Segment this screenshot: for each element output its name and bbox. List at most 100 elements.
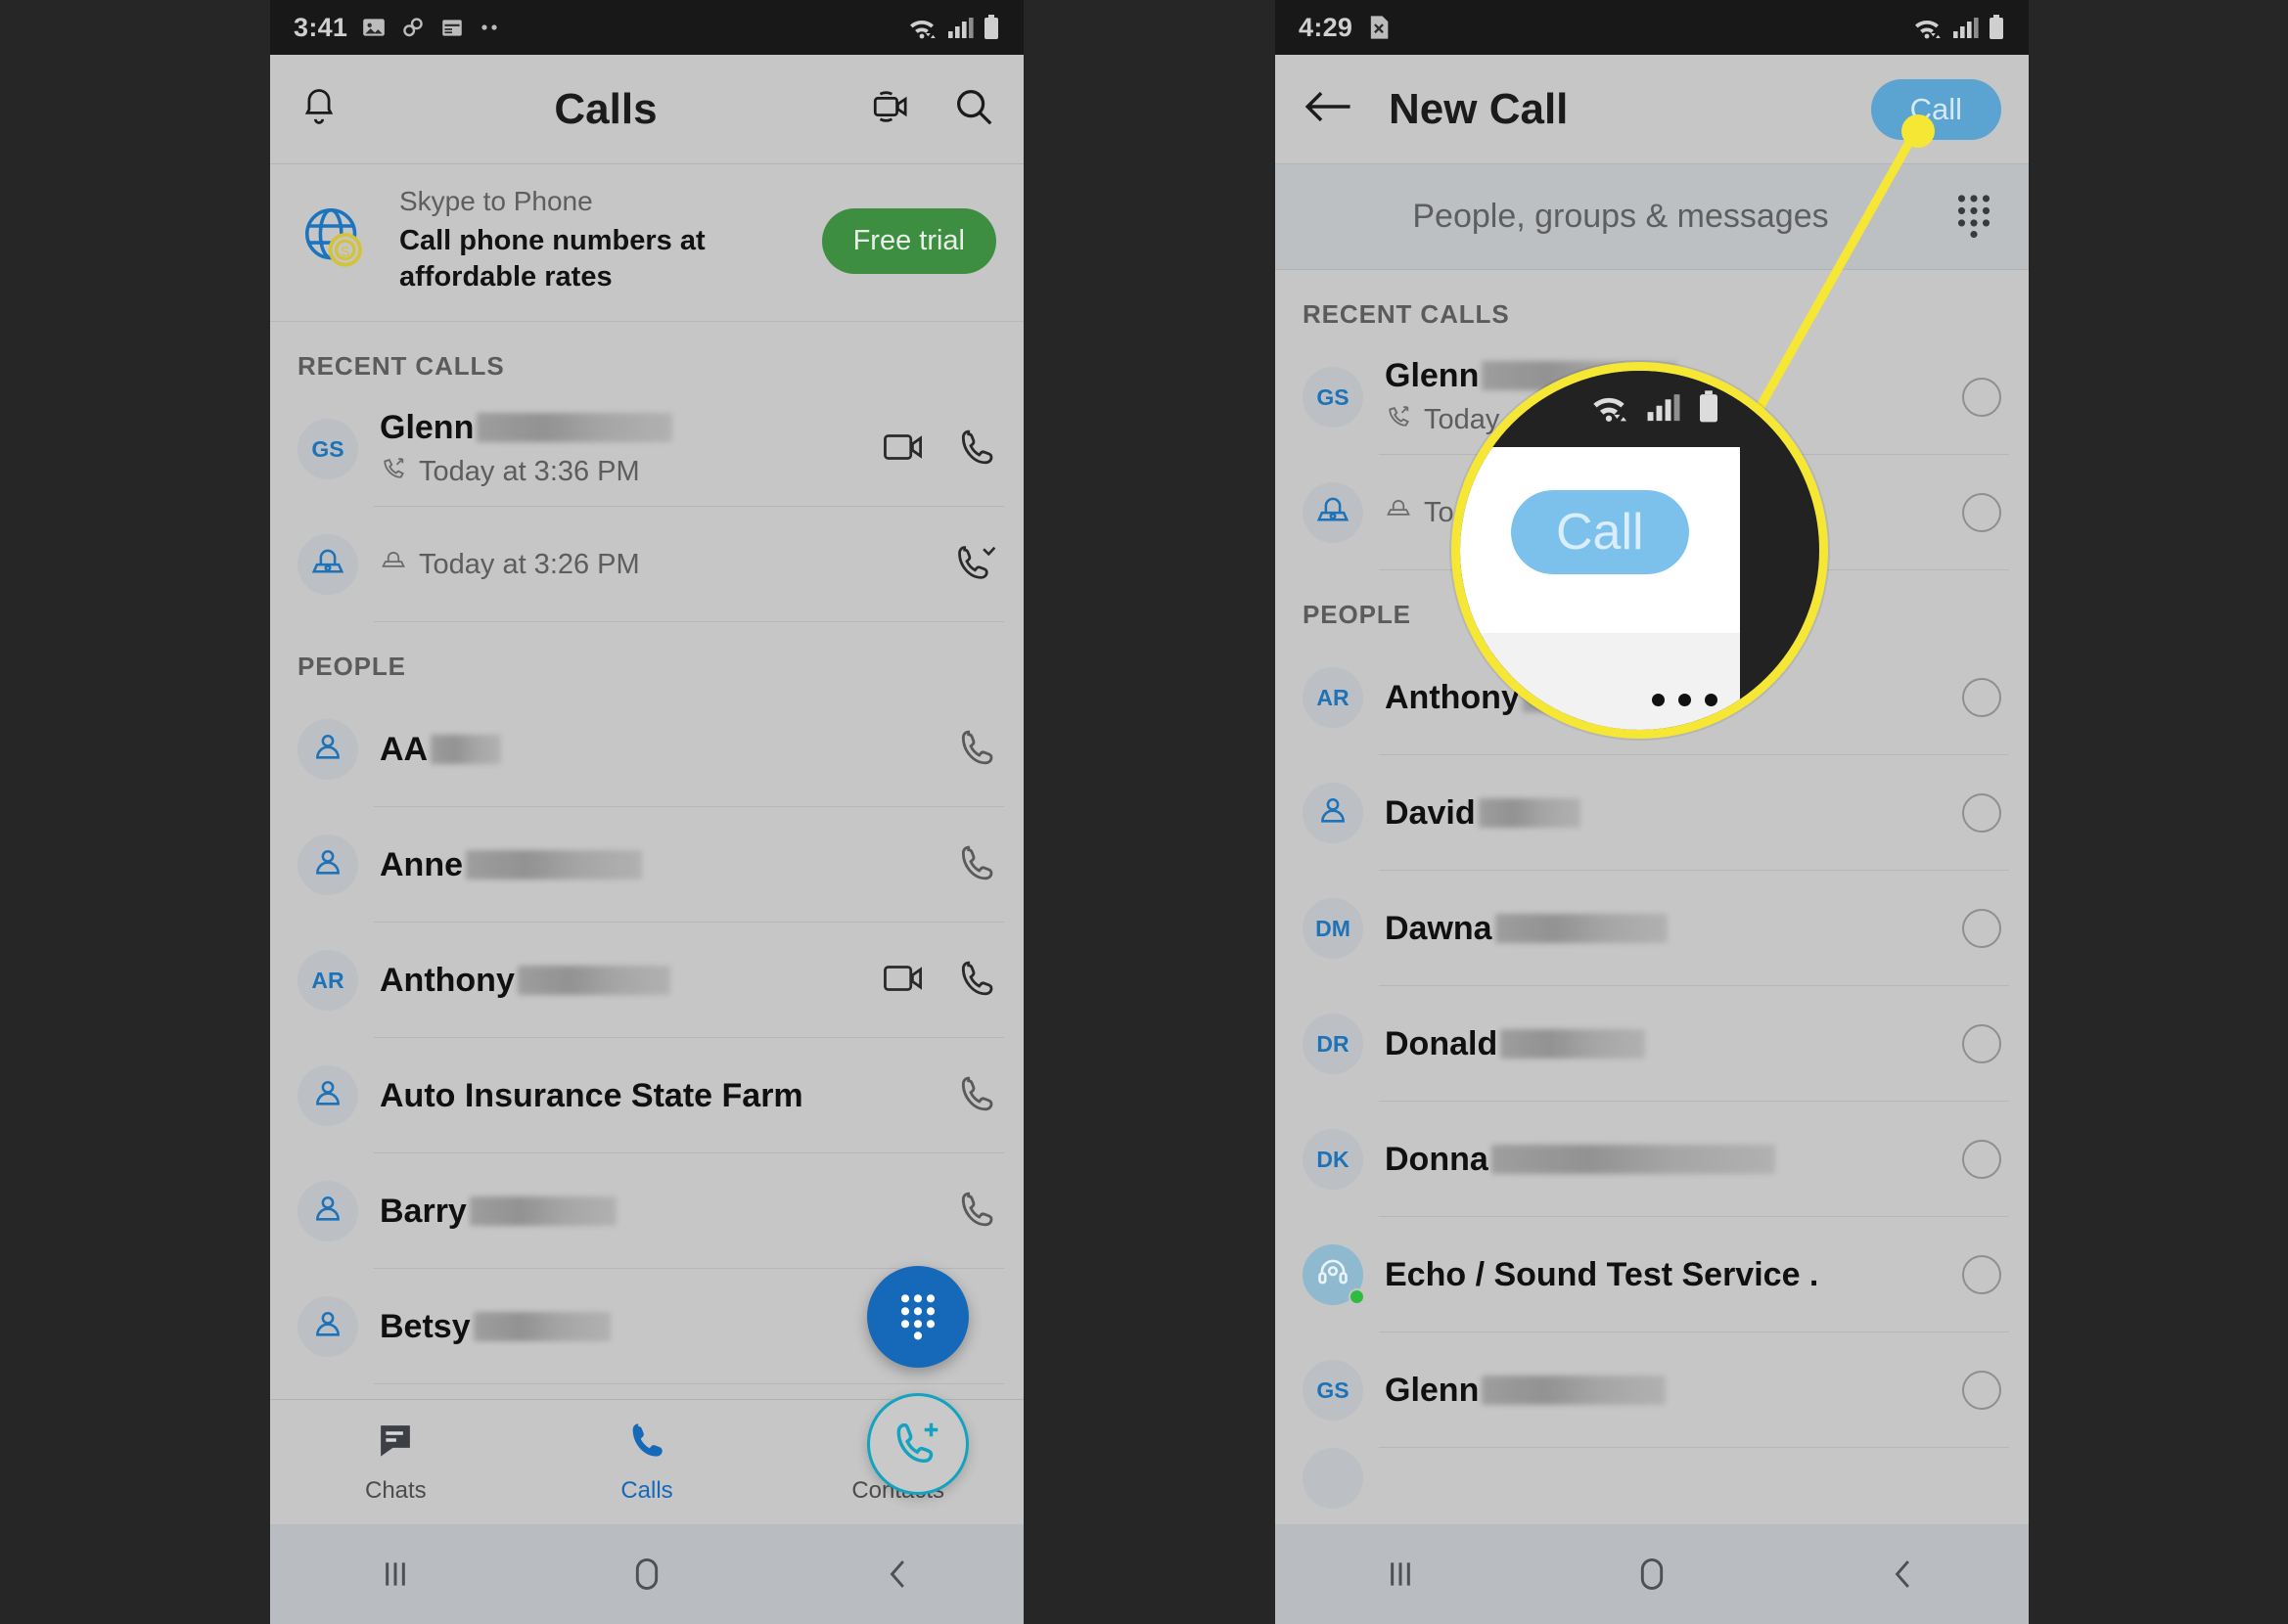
calendar-icon <box>439 15 465 40</box>
dialpad-fab[interactable] <box>867 1266 969 1368</box>
avatar <box>297 719 358 781</box>
tab-chats[interactable]: Chats <box>270 1400 522 1524</box>
bell-icon[interactable] <box>297 85 341 133</box>
phone-call-icon[interactable] <box>957 1189 996 1235</box>
search-bar[interactable]: People, groups & messages <box>1275 164 2029 270</box>
call-back-icon[interactable] <box>955 541 996 589</box>
people-row[interactable]: DM Dawna <box>1275 871 2029 986</box>
redacted-surname <box>477 413 673 443</box>
people-row[interactable]: AA <box>270 692 1024 808</box>
android-nav-bar <box>1275 1524 2029 1624</box>
people-row[interactable]: GS Glenn <box>1275 1332 2029 1448</box>
select-radio[interactable] <box>1962 1024 2001 1063</box>
person-icon <box>311 1076 344 1115</box>
people-header: PEOPLE <box>297 652 406 682</box>
redacted-surname <box>1490 1145 1775 1174</box>
echo-headset-icon <box>1314 1253 1351 1296</box>
person-icon <box>311 730 344 769</box>
redacted-surname <box>1494 914 1668 943</box>
contact-name: David <box>1385 793 1476 832</box>
right-phone-screenshot: 4:29 New Call Call People, groups & mess… <box>1275 0 2029 1624</box>
outgoing-call-icon <box>1385 403 1412 438</box>
home-icon[interactable] <box>522 1554 773 1595</box>
avatar <box>297 835 358 896</box>
people-row[interactable]: Anne <box>270 807 1024 924</box>
phone-call-icon[interactable] <box>957 427 996 473</box>
avatar: DK <box>1303 1129 1363 1190</box>
landline-icon <box>1385 495 1412 530</box>
contact-name: Donna <box>1385 1140 1488 1178</box>
dialpad-icon <box>895 1289 940 1345</box>
select-radio[interactable] <box>1962 378 2001 417</box>
svg-text:S: S <box>341 244 350 259</box>
call-time: Today at 3:26 PM <box>419 548 640 580</box>
avatar <box>297 1296 358 1358</box>
right-status-bar: 4:29 <box>1275 0 2029 55</box>
redacted-surname <box>1478 798 1580 828</box>
contact-name: Anthony <box>380 961 515 999</box>
people-row[interactable]: David <box>1275 755 2029 871</box>
select-radio[interactable] <box>1962 909 2001 948</box>
phone-call-icon[interactable] <box>957 842 996 888</box>
phone-call-icon[interactable] <box>957 958 996 1004</box>
recent-call-row[interactable]: Today at 3:26 PM <box>270 507 1024 623</box>
recent-call-row[interactable]: GS Glenn Today at 3:36 PM <box>270 391 1024 508</box>
right-app-screen: New Call Call People, groups & messages … <box>1275 55 2029 1624</box>
people-row[interactable]: Echo / Sound Test Service . <box>1275 1217 2029 1332</box>
recents-icon[interactable] <box>1275 1555 1527 1594</box>
avatar: AR <box>297 950 358 1012</box>
new-call-app-bar: New Call Call <box>1275 55 2029 164</box>
phone-icon <box>626 1420 667 1466</box>
screenshot-stage: 3:41 Calls S Skype to Phone Call phone n… <box>0 0 2288 1624</box>
wifi-icon <box>906 15 938 40</box>
select-radio[interactable] <box>1962 493 2001 532</box>
contact-name: Donald <box>1385 1024 1498 1062</box>
back-icon[interactable] <box>772 1554 1024 1595</box>
search-input[interactable]: People, groups & messages <box>1308 198 1933 236</box>
avatar <box>1303 1448 1363 1509</box>
recents-icon[interactable] <box>270 1555 522 1594</box>
people-row[interactable] <box>1275 1448 2029 1509</box>
people-row[interactable]: DK Donna <box>1275 1102 2029 1217</box>
landline-icon <box>380 547 407 582</box>
people-row[interactable]: Barry <box>270 1153 1024 1270</box>
contact-name: AA <box>380 730 429 768</box>
person-icon <box>311 1307 344 1346</box>
people-row[interactable]: AR Anthony <box>270 923 1024 1039</box>
battery-icon <box>983 14 1000 41</box>
tab-label: Calls <box>620 1477 673 1504</box>
wifi-icon <box>1911 15 1943 40</box>
presence-online-badge <box>1349 1288 1365 1305</box>
people-row[interactable]: DR Donald <box>1275 986 2029 1102</box>
phone-call-icon[interactable] <box>957 727 996 773</box>
avatar: GS <box>1303 1360 1363 1421</box>
video-camera-icon[interactable] <box>871 85 918 133</box>
person-icon <box>1316 793 1350 833</box>
avatar-initials: GS <box>1316 383 1350 410</box>
skype-to-phone-promo[interactable]: S Skype to Phone Call phone numbers at a… <box>270 164 1024 323</box>
android-nav-bar <box>270 1524 1024 1624</box>
dialpad-icon[interactable] <box>1952 190 1995 244</box>
free-trial-button[interactable]: Free trial <box>821 207 996 274</box>
home-icon[interactable] <box>1527 1554 1778 1595</box>
tab-calls[interactable]: Calls <box>522 1400 773 1524</box>
video-call-icon[interactable] <box>883 961 928 1001</box>
call-button[interactable]: Call <box>1870 78 2001 140</box>
people-row[interactable]: Auto Insurance State Farm <box>270 1038 1024 1154</box>
back-arrow-icon[interactable] <box>1303 86 1353 132</box>
contact-name: Auto Insurance State Farm <box>380 1076 803 1114</box>
select-radio[interactable] <box>1962 1140 2001 1179</box>
select-radio[interactable] <box>1962 1371 2001 1410</box>
video-call-icon[interactable] <box>883 429 928 470</box>
tab-label: Chats <box>364 1477 427 1504</box>
new-call-fab[interactable] <box>867 1393 969 1495</box>
callout-call-button[interactable]: Call <box>1511 490 1689 574</box>
redacted-surname <box>1500 1029 1646 1059</box>
landline-phone-icon <box>309 543 346 586</box>
select-radio[interactable] <box>1962 678 2001 717</box>
phone-call-icon[interactable] <box>957 1073 996 1119</box>
select-radio[interactable] <box>1962 793 2001 833</box>
select-radio[interactable] <box>1962 1255 2001 1294</box>
back-icon[interactable] <box>1777 1554 2029 1595</box>
search-icon[interactable] <box>951 84 996 134</box>
